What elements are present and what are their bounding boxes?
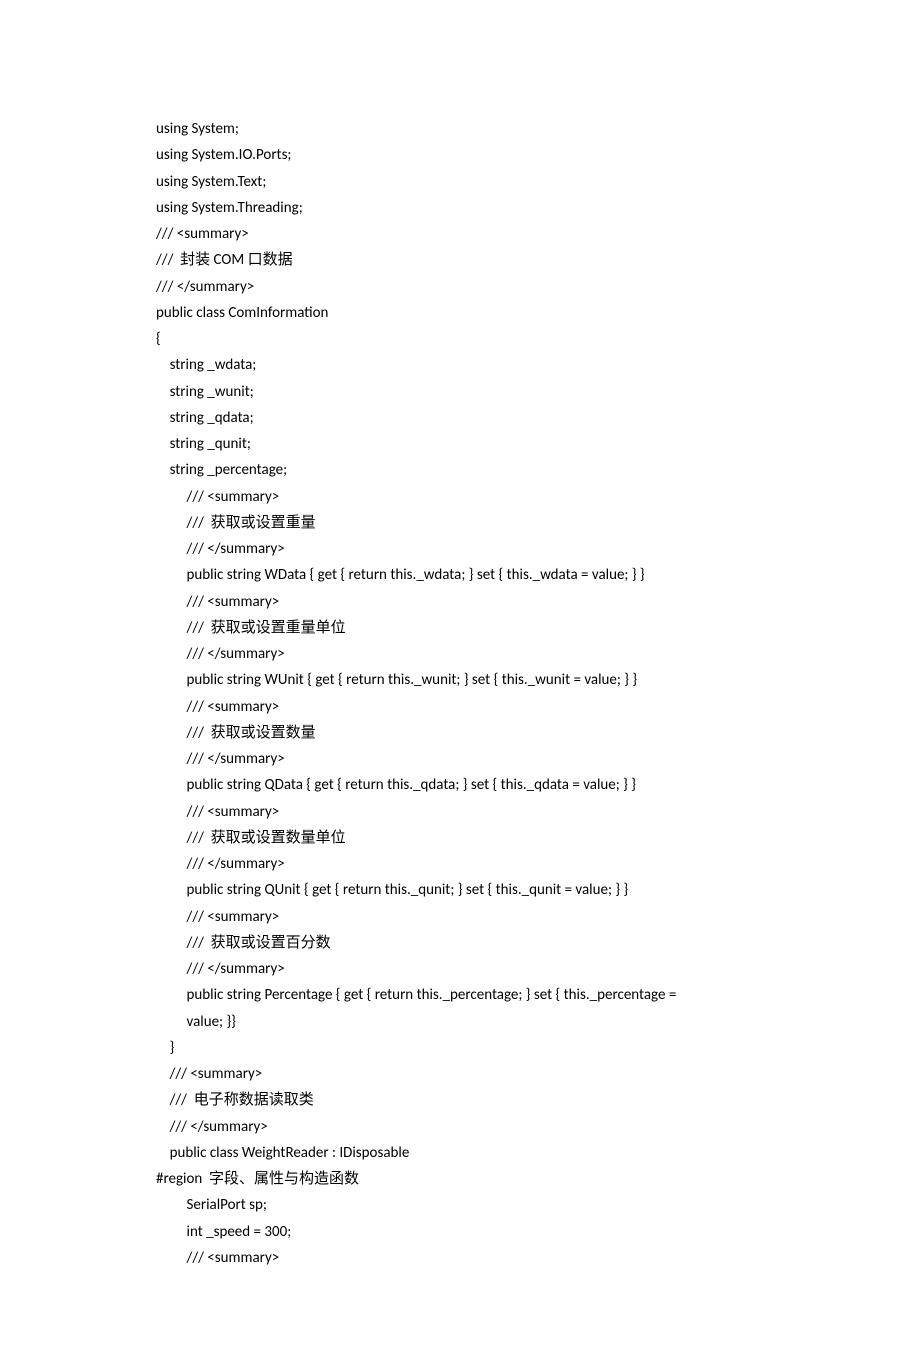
code-line: public class ComInformation	[156, 300, 764, 326]
code-line: string _wdata;	[156, 352, 764, 378]
code-line: string _qdata;	[156, 405, 764, 431]
code-line: /// </summary>	[156, 746, 764, 772]
code-line: string _percentage;	[156, 457, 764, 483]
code-line: /// 电子称数据读取类	[156, 1087, 764, 1113]
code-line: /// <summary>	[156, 694, 764, 720]
code-line: /// <summary>	[156, 484, 764, 510]
code-line: using System;	[156, 116, 764, 142]
code-line: /// </summary>	[156, 851, 764, 877]
code-line: public class WeightReader : IDisposable	[156, 1140, 764, 1166]
document-page: using System;using System.IO.Ports;using…	[0, 0, 920, 1371]
code-line: /// </summary>	[156, 274, 764, 300]
code-line: value; }}	[156, 1009, 764, 1035]
code-line: /// </summary>	[156, 956, 764, 982]
code-line: public string Percentage { get { return …	[156, 982, 764, 1008]
code-line: /// <summary>	[156, 1061, 764, 1087]
code-line: public string QData { get { return this.…	[156, 772, 764, 798]
code-line: int _speed = 300;	[156, 1219, 764, 1245]
code-line: /// 获取或设置数量单位	[156, 825, 764, 851]
code-line: /// 封装 COM 口数据	[156, 247, 764, 273]
code-line: public string QUnit { get { return this.…	[156, 877, 764, 903]
code-line: /// 获取或设置重量单位	[156, 615, 764, 641]
code-line: public string WUnit { get { return this.…	[156, 667, 764, 693]
code-block: using System;using System.IO.Ports;using…	[156, 116, 764, 1271]
code-line: using System.IO.Ports;	[156, 142, 764, 168]
code-line: SerialPort sp;	[156, 1192, 764, 1218]
code-line: string _qunit;	[156, 431, 764, 457]
code-line: /// </summary>	[156, 641, 764, 667]
code-line: #region 字段、属性与构造函数	[156, 1166, 764, 1192]
code-line: /// <summary>	[156, 904, 764, 930]
code-line: /// 获取或设置百分数	[156, 930, 764, 956]
code-line: /// <summary>	[156, 799, 764, 825]
code-line: /// </summary>	[156, 536, 764, 562]
code-line: using System.Threading;	[156, 195, 764, 221]
code-line: {	[156, 326, 764, 352]
code-line: /// 获取或设置重量	[156, 510, 764, 536]
code-line: /// </summary>	[156, 1114, 764, 1140]
code-line: /// <summary>	[156, 221, 764, 247]
code-line: /// <summary>	[156, 1245, 764, 1271]
code-line: using System.Text;	[156, 169, 764, 195]
code-line: /// 获取或设置数量	[156, 720, 764, 746]
code-line: public string WData { get { return this.…	[156, 562, 764, 588]
code-line: string _wunit;	[156, 379, 764, 405]
code-line: /// <summary>	[156, 589, 764, 615]
code-line: }	[156, 1035, 764, 1061]
